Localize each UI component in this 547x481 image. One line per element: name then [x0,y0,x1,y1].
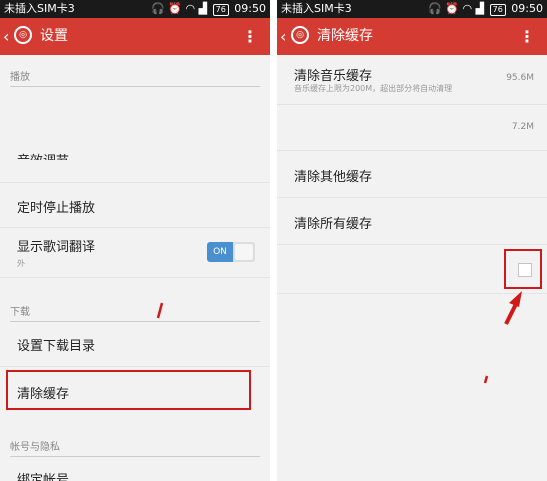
arrow-icon [504,291,522,325]
annotation-stroke [156,302,164,319]
annotation-stroke [483,375,489,384]
annotation-overlay [156,291,522,384]
